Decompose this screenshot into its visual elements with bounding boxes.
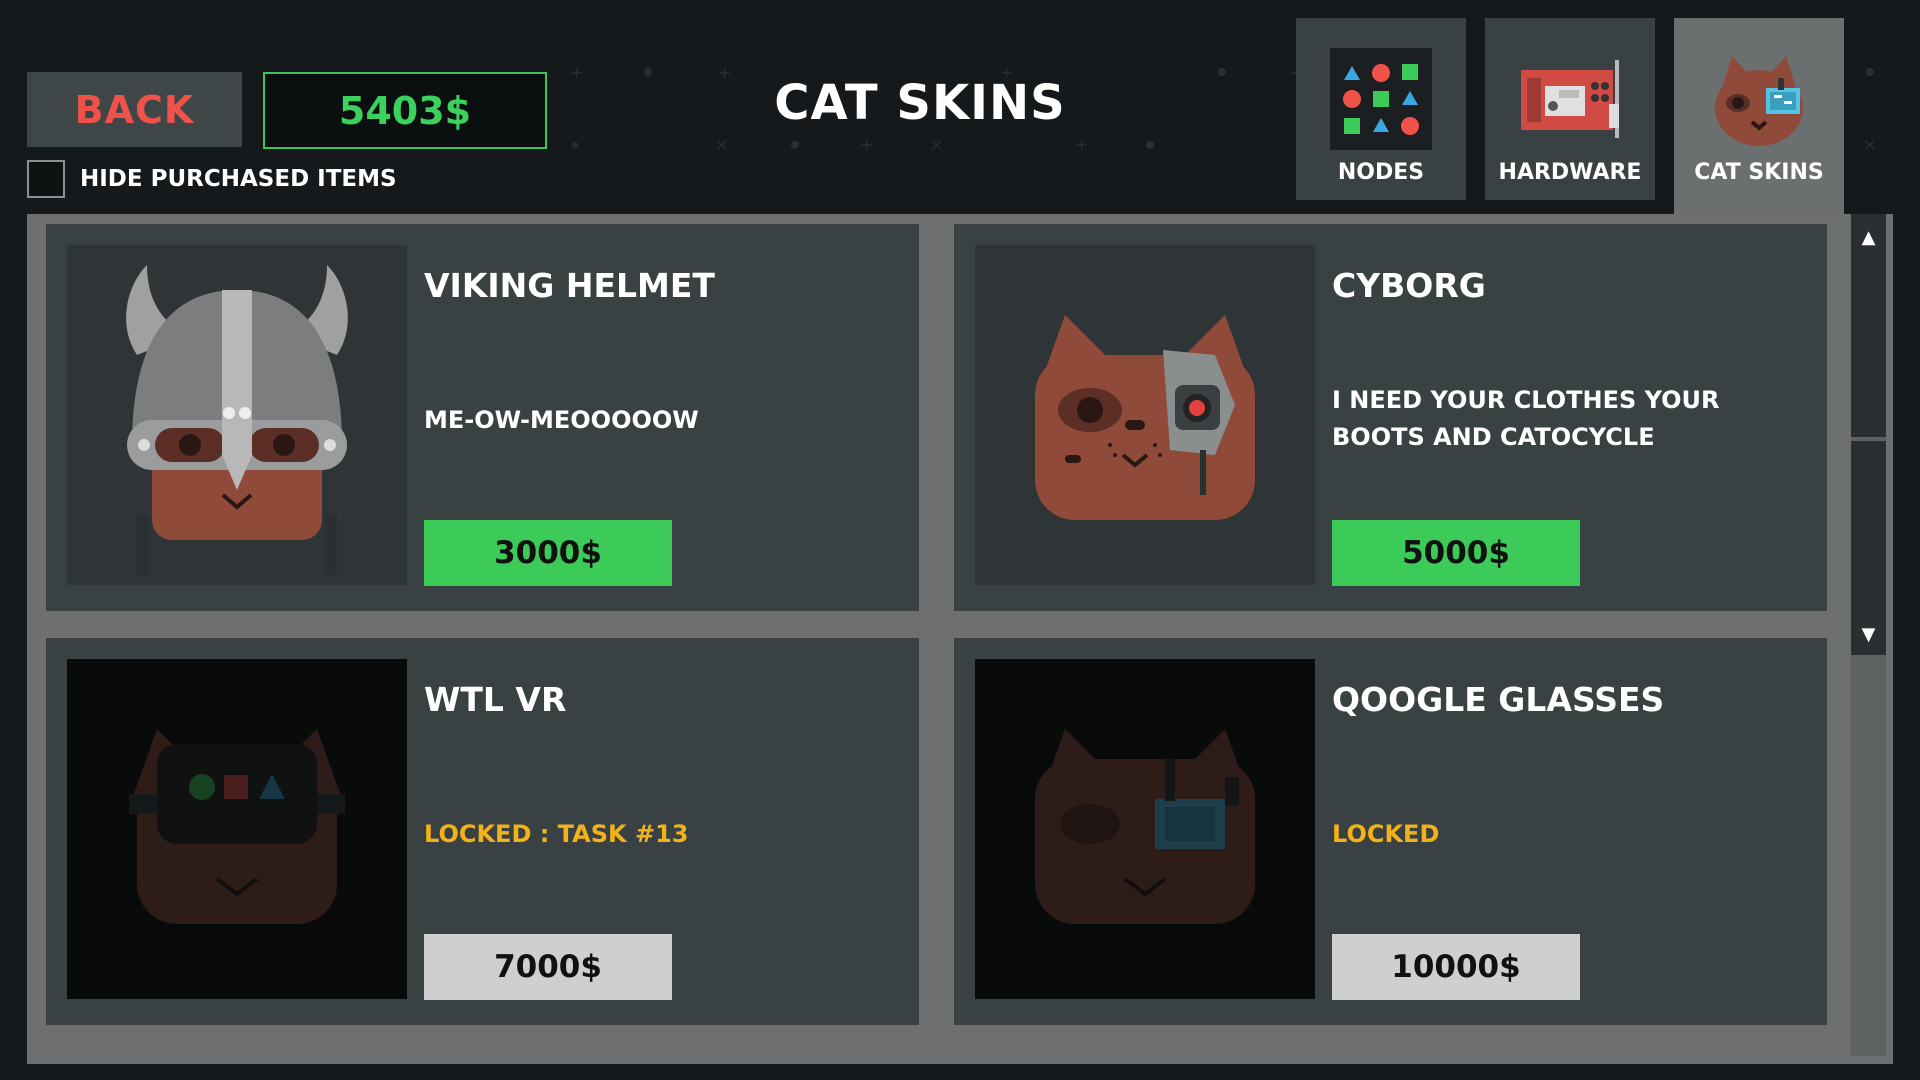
scroll-down-arrow-icon[interactable]: ▼ [1851,619,1886,649]
shop-panel: VIKING HELMET ME-OW-MEOOOOOW 3000$ CYBOR… [27,214,1893,1064]
smart-glasses-icon [1035,729,1255,924]
back-button[interactable]: BACK [27,72,242,147]
item-thumbnail [67,245,407,585]
item-name: VIKING HELMET [424,266,715,305]
cyborg-cat-icon [1035,315,1255,520]
tab-hardware-label: HARDWARE [1498,160,1642,185]
shop-item-wtl-vr[interactable]: WTL VR LOCKED : TASK #13 7000$ [46,638,919,1025]
price-button[interactable]: 7000$ [424,934,672,1000]
vr-headset-icon [129,729,345,924]
cat-skins-icon [1715,56,1803,146]
item-description: ME-OW-MEOOOOOW [424,406,699,434]
hide-purchased-label: HIDE PURCHASED ITEMS [80,166,397,192]
svg-text:×: × [715,135,728,154]
price-button[interactable]: 10000$ [1332,934,1580,1000]
tab-hardware[interactable]: HARDWARE [1485,18,1655,200]
scroll-track[interactable] [1851,214,1886,655]
scroll-up-arrow-icon[interactable]: ▲ [1851,222,1886,252]
item-locked-status: LOCKED : TASK #13 [424,820,689,848]
svg-text:×: × [1863,135,1876,154]
svg-text:+: + [860,135,873,154]
tab-cat-skins-label: CAT SKINS [1694,160,1824,185]
svg-text:+: + [570,63,583,82]
hide-purchased-toggle[interactable]: HIDE PURCHASED ITEMS [27,160,397,198]
item-thumbnail [975,245,1315,585]
item-name: WTL VR [424,680,567,719]
tab-nodes-label: NODES [1337,160,1425,185]
svg-text:×: × [930,135,943,154]
item-locked-status: LOCKED [1332,820,1440,848]
buy-button[interactable]: 3000$ [424,520,672,586]
viking-helmet-icon [126,265,348,575]
buy-button[interactable]: 5000$ [1332,520,1580,586]
scrollbar[interactable]: ▲ ▼ [1851,214,1886,1056]
item-name: CYBORG [1332,266,1486,305]
item-thumbnail [67,659,407,999]
shop-item-cyborg[interactable]: CYBORG I NEED YOUR CLOTHES YOUR BOOTS AN… [954,224,1827,611]
item-description: I NEED YOUR CLOTHES YOUR BOOTS AND CATOC… [1332,386,1720,451]
shop-item-qoogle-glasses[interactable]: QOOGLE GLASSES LOCKED 10000$ [954,638,1827,1025]
hide-purchased-checkbox[interactable] [27,160,65,198]
hardware-icon [1521,60,1619,138]
tab-nodes[interactable]: NODES [1296,18,1466,200]
item-thumbnail [975,659,1315,999]
tab-cat-skins[interactable]: CAT SKINS [1674,18,1844,214]
shop-item-viking-helmet[interactable]: VIKING HELMET ME-OW-MEOOOOOW 3000$ [46,224,919,611]
money-display: 5403$ [263,72,547,149]
svg-text:+: + [1075,135,1088,154]
item-name: QOOGLE GLASSES [1332,680,1665,719]
nodes-icon [1330,48,1432,150]
page-title: CAT SKINS [774,75,1066,131]
